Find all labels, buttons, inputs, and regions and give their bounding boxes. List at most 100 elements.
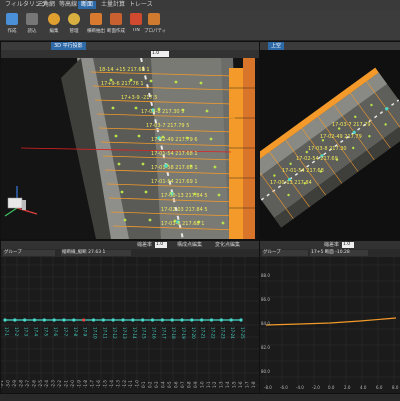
cross-section-chart[interactable]: 88.0 86.0 84.0 82.0 80.0 -8.0 -6.0 -4.0 -2.0 0.0… [260, 257, 400, 394]
section-label: 17-00-13 217.84 [270, 180, 312, 186]
profile-point[interactable] [150, 318, 155, 322]
import-icon [26, 13, 38, 25]
3d-view-panel: 3D 平行投影 1.0 18-14 +15 217.68 1 17+9-6 21… [0, 41, 260, 240]
menu-tab-triangulation[interactable]: 三角網 [34, 1, 58, 9]
profile-chart[interactable]: 17-1 17-2 17-3 17-4 17-5 17-6 17-7 17-8 17-9 17-1… [1, 257, 259, 394]
profile-x-tick-label: -2-9 [12, 380, 17, 388]
cross-x-tick-label: 0.0 [328, 385, 335, 390]
profile-toolbar: 縮差率 1.0 構成点編集 変化点編集 [1, 241, 259, 249]
profile-point-label: 17-2 [14, 327, 19, 337]
profile-point[interactable] [62, 318, 66, 322]
profile-x-tick-label: -2-6 [31, 380, 36, 388]
profile-point-label: 17-1 [4, 327, 9, 337]
profile-x-tick-label: -3-0 [5, 380, 10, 388]
profile-point[interactable] [72, 318, 76, 322]
profile-point[interactable] [219, 318, 223, 322]
profile-x-tick-label: 1-3 [219, 381, 224, 388]
import-button[interactable]: 読込 [22, 12, 42, 38]
profile-x-tick-label: -2-0 [70, 380, 75, 388]
3d-view-tab[interactable]: 3D 平行投影 [51, 42, 86, 50]
profile-point[interactable] [141, 318, 145, 322]
profile-x-tick-label: -2-8 [18, 380, 23, 388]
cross-line-select[interactable]: 17+5 断面 -10.28 [310, 250, 368, 256]
tin-button[interactable]: TIN [126, 12, 146, 38]
property-button[interactable]: プロパティ [144, 12, 166, 38]
create-button[interactable]: 作成 [2, 12, 22, 38]
profile-point[interactable] [200, 318, 204, 322]
section-create-icon [110, 13, 122, 25]
profile-point-label: 17-12 [112, 327, 117, 339]
profile-point-label: 17-17 [161, 327, 166, 339]
edit-points-button[interactable]: 構成点編集 [177, 241, 202, 249]
profile-point[interactable] [170, 318, 174, 322]
profile-x-tick-label: 1-2 [212, 381, 217, 388]
profile-point[interactable] [190, 318, 194, 322]
cross-group-select[interactable]: グループ [262, 250, 308, 256]
tin-icon [130, 13, 142, 25]
profile-x-tick-label: -1-0 [135, 380, 140, 388]
profile-point[interactable] [239, 318, 243, 322]
menu-tab-section[interactable]: 断面 [78, 1, 97, 9]
cross-section-button[interactable]: 横断抽出 [86, 12, 106, 38]
profile-point[interactable] [42, 318, 46, 322]
profile-point[interactable] [160, 318, 164, 322]
section-label: 17-03-7 217.79 [332, 122, 371, 128]
section-label: 17-01-54 217.68 [282, 168, 324, 174]
profile-point-label: 17-20 [191, 327, 196, 339]
profile-point[interactable] [13, 318, 17, 322]
profile-point[interactable] [23, 318, 27, 322]
edit-change-button[interactable]: 変化点編集 [215, 241, 240, 249]
manage-button[interactable]: 管理 [64, 12, 84, 38]
top-view-tab[interactable]: 上空 [268, 42, 285, 50]
menu-tab-volume[interactable]: 土量計算 [98, 1, 128, 9]
profile-x-tick-label: 0-1 [141, 381, 146, 388]
cross-zoom-label: 縮差率 [324, 242, 340, 248]
profile-point[interactable] [131, 318, 135, 322]
section-label: 17-01-54 217.68 1 [151, 151, 198, 157]
profile-zoom-field[interactable]: 1.0 [155, 242, 167, 248]
profile-x-tick-label: -2-5 [38, 380, 43, 388]
profile-point[interactable] [3, 318, 7, 322]
edit-button[interactable]: 編集 [44, 12, 64, 38]
profile-point[interactable] [52, 318, 56, 322]
profile-point[interactable] [229, 318, 233, 322]
profile-group-select[interactable]: グループ [3, 250, 55, 256]
cross-section-panel: 縮差率 1.0 グループ 17+5 断面 -10.28 88.0 86.0 84.0… [259, 240, 400, 395]
profile-x-tick-label: 1-0 [199, 381, 204, 388]
property-button-label: プロパティ [144, 29, 166, 34]
profile-point[interactable] [32, 318, 37, 322]
profile-point-label: 17-23 [220, 327, 225, 339]
cross-zoom-field[interactable]: 1.0 [342, 242, 354, 248]
profile-point[interactable] [209, 318, 214, 322]
menu-tab-contour[interactable]: 等高線 [56, 1, 80, 9]
profile-point[interactable] [180, 318, 184, 322]
cross-section-icon [90, 13, 102, 25]
profile-point-label: 17-9 [83, 327, 88, 337]
cross-x-tick-label: -2.0 [312, 385, 320, 390]
profile-x-tick-label: -1-1 [128, 380, 133, 388]
section-label: 17-02-03 217.84 5 [161, 207, 208, 213]
section-label: 18-14 +15 217.68 1 [99, 67, 150, 73]
menu-tab-trace[interactable]: トレース [126, 1, 156, 9]
top-view-canvas[interactable]: 17-03-8 217.30 17-02-54 217.69 17-01-54 … [260, 50, 400, 239]
profile-x-tick-label: -1-9 [77, 380, 82, 388]
section-label: 17-00-13 217.84 5 [161, 193, 208, 199]
3d-point-cloud-canvas[interactable]: 18-14 +15 217.68 1 17+9-6 217.76 1 17+3-… [1, 58, 259, 239]
profile-zoom-label: 縮差率 [137, 242, 153, 248]
3d-zoom-field[interactable]: 1.0 [151, 51, 169, 57]
cross-x-tick-label: 8.0 [392, 385, 399, 390]
section-label: 17+9-6 217.76 1 [101, 81, 144, 87]
cross-x-tick-label: -4.0 [296, 385, 304, 390]
profile-point[interactable] [91, 318, 96, 322]
cross-y-tick-label: 80.0 [261, 369, 270, 374]
profile-point[interactable] [121, 318, 125, 322]
profile-x-tick-label: 1-5 [232, 381, 237, 388]
profile-x-tick-label: -2-3 [51, 380, 56, 388]
profile-x-tick-label: 0-3 [154, 381, 159, 388]
profile-point[interactable] [101, 318, 105, 322]
profile-point[interactable] [82, 318, 86, 322]
profile-point[interactable] [111, 318, 115, 322]
profile-x-tick-label: 0-2 [148, 381, 153, 388]
section-create-button[interactable]: 断面作成 [106, 12, 126, 38]
profile-line-select[interactable]: 縦断線_縦断 27.63 1 [61, 250, 131, 256]
